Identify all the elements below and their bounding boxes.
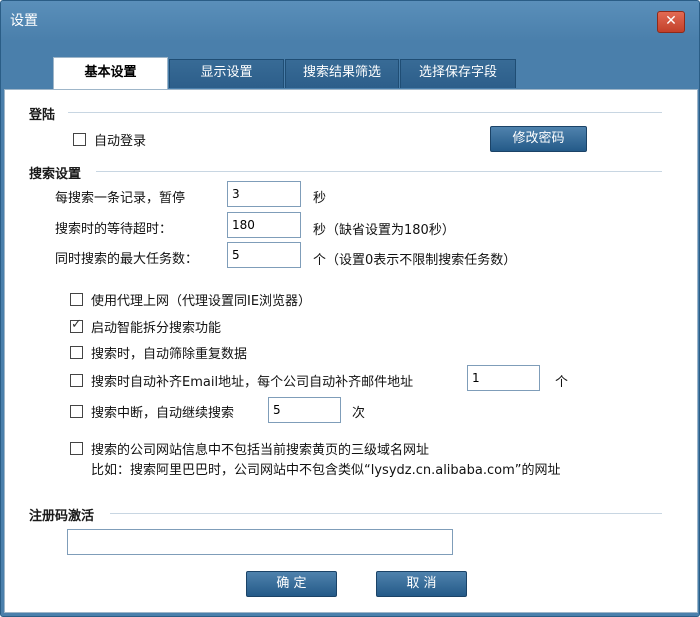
smart-split-checkbox[interactable] [70,317,83,333]
auto-login-label: 自动登录 [94,134,147,149]
tab-bar: 基本设置 显示设置 搜索结果筛选 选择保存字段 [1,57,699,90]
title-bar[interactable]: 设置 ✕ [1,1,699,37]
tab-display-settings[interactable]: 显示设置 [169,59,284,88]
max-tasks-label: 同时搜索的最大任务数： [55,252,199,267]
auto-login-checkbox[interactable] [73,133,86,146]
dedupe-label: 搜索时，自动筛除重复数据 [91,347,248,362]
email-fill-checkbox[interactable] [70,374,83,387]
auto-resume-unit: 次 [352,406,366,421]
basic-settings-panel: 登陆 自动登录 修改密码 搜索设置 每搜索一条记录，暂停 秒 搜索时的等待超时：… [4,89,698,613]
use-proxy-checkbox[interactable] [70,293,83,306]
search-divider [96,171,662,172]
pause-seconds-input[interactable] [227,181,301,207]
dedupe-checkbox[interactable] [70,346,83,359]
tab-result-filter[interactable]: 搜索结果筛选 [285,59,399,88]
exclude-subdomain-note: 比如：搜索阿里巴巴时，公司网站中不包含类似“lysydz.cn.alibaba.… [91,463,561,478]
login-section-title: 登陆 [29,108,56,123]
change-password-button[interactable]: 修改密码 [490,126,587,152]
pause-label: 每搜索一条记录，暂停 [55,191,186,206]
exclude-subdomain-label: 搜索的公司网站信息中不包括当前搜索黄页的三级域名网址 [91,443,430,458]
email-fill-unit: 个 [555,375,569,390]
tab-basic-settings[interactable]: 基本设置 [53,57,168,90]
dialog-title: 设置 [10,13,38,29]
settings-dialog: 设置 ✕ 基本设置 显示设置 搜索结果筛选 选择保存字段 登陆 自动登录 修改密… [0,0,700,617]
email-fill-label: 搜索时自动补齐Email地址，每个公司自动补齐邮件地址 [91,375,414,390]
smart-split-label: 启动智能拆分搜索功能 [91,321,222,336]
auto-resume-count-input[interactable] [268,397,341,423]
cancel-button[interactable]: 取 消 [376,571,467,597]
exclude-subdomain-checkbox[interactable] [70,442,83,455]
max-tasks-unit: 个（设置0表示不限制搜索任务数） [313,253,517,268]
timeout-unit: 秒（缺省设置为180秒） [313,223,455,238]
pause-unit: 秒 [313,191,327,206]
timeout-input[interactable] [227,212,301,238]
auto-resume-checkbox[interactable] [70,405,83,418]
registration-divider [110,513,662,514]
email-fill-count-input[interactable] [467,365,540,391]
tab-save-fields[interactable]: 选择保存字段 [400,59,516,88]
close-button[interactable]: ✕ [657,11,685,33]
timeout-label: 搜索时的等待超时： [55,222,173,237]
max-tasks-input[interactable] [227,242,301,268]
registration-code-input[interactable] [67,529,453,555]
login-divider [68,112,662,113]
search-section-title: 搜索设置 [29,167,82,182]
use-proxy-label: 使用代理上网（代理设置同IE浏览器） [91,294,312,309]
registration-section-title: 注册码激活 [29,509,95,524]
auto-resume-label: 搜索中断，自动继续搜索 [91,406,235,421]
ok-button[interactable]: 确 定 [246,571,337,597]
